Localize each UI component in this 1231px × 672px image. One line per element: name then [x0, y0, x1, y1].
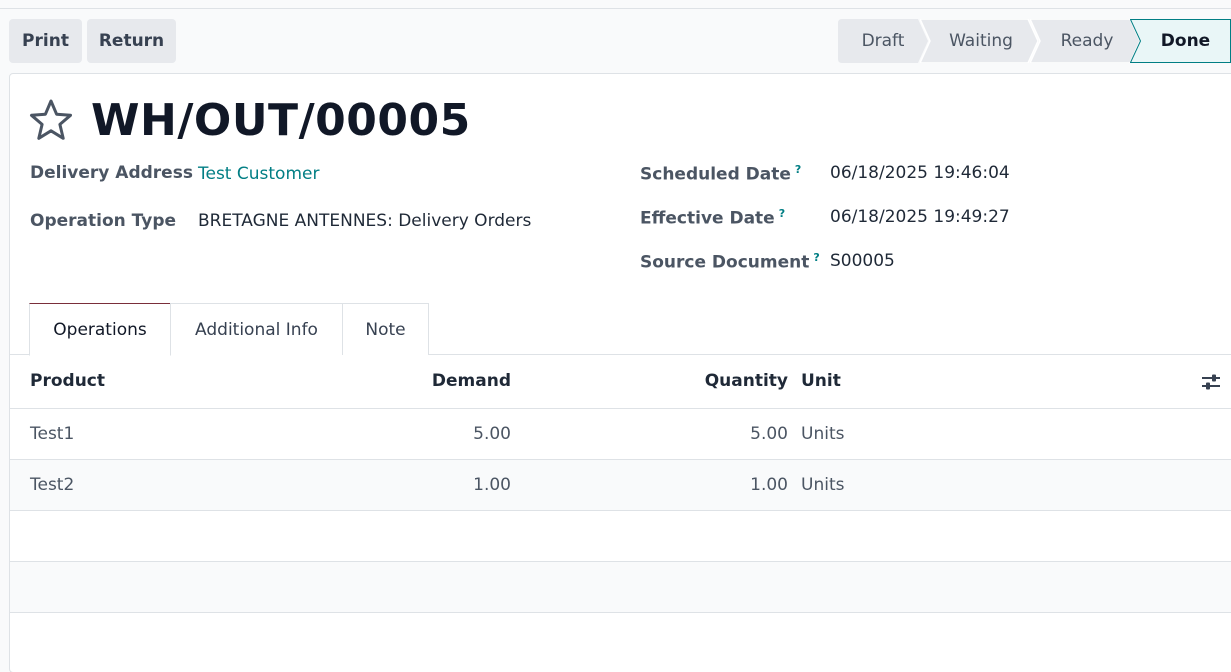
table-row-background: [10, 460, 1231, 510]
row-divider: [10, 612, 1231, 613]
print-button[interactable]: Print: [9, 19, 82, 63]
stage-draft-label: Draft: [861, 31, 905, 51]
stage-waiting[interactable]: Waiting: [920, 19, 1038, 63]
stage-waiting-label: Waiting: [949, 31, 1013, 51]
cell-unit: Units: [801, 475, 845, 495]
tab-note[interactable]: Note: [342, 303, 429, 355]
column-header-unit[interactable]: Unit: [801, 371, 841, 391]
empty-row: [10, 562, 1231, 612]
column-header-demand[interactable]: Demand: [380, 371, 511, 391]
effective-date-label: Effective Date?: [640, 207, 786, 229]
operation-type-label: Operation Type: [30, 211, 177, 231]
column-header-quantity[interactable]: Quantity: [640, 371, 788, 391]
cell-quantity: 5.00: [750, 424, 788, 444]
cell-product: Test2: [30, 475, 75, 495]
source-document-label: Source Document?: [640, 251, 820, 273]
top-divider: [0, 8, 1231, 9]
help-tooltip-icon[interactable]: ?: [813, 251, 819, 264]
stage-done[interactable]: Done: [1130, 19, 1231, 63]
cell-quantity: 1.00: [750, 475, 788, 495]
column-header-product[interactable]: Product: [30, 371, 105, 391]
cell-product: Test1: [30, 424, 75, 444]
delivery-address-link[interactable]: Test Customer: [198, 164, 319, 184]
star-outline-icon[interactable]: [29, 99, 73, 145]
stage-ready[interactable]: Ready: [1030, 19, 1140, 63]
stage-draft[interactable]: Draft: [838, 19, 928, 63]
tab-operations[interactable]: Operations: [29, 303, 171, 356]
cell-demand: 1.00: [473, 475, 511, 495]
tab-additional-info[interactable]: Additional Info: [170, 303, 343, 355]
status-bar: Draft Waiting Ready Done: [838, 19, 1231, 63]
scheduled-date-label: Scheduled Date?: [640, 163, 802, 185]
cell-unit: Units: [801, 424, 845, 444]
help-tooltip-icon[interactable]: ?: [795, 163, 801, 176]
return-button[interactable]: Return: [87, 19, 176, 63]
row-divider: [10, 510, 1231, 511]
delivery-address-label: Delivery Address: [30, 163, 193, 183]
effective-date-value: 06/18/2025 19:49:27: [830, 207, 1010, 227]
row-divider: [10, 408, 1231, 409]
stage-ready-label: Ready: [1060, 31, 1114, 51]
sliders-icon[interactable]: [1201, 373, 1221, 395]
stage-done-label: Done: [1160, 31, 1211, 51]
scheduled-date-value: 06/18/2025 19:46:04: [830, 163, 1010, 183]
help-tooltip-icon[interactable]: ?: [779, 207, 785, 220]
source-document-value: S00005: [830, 251, 895, 271]
cell-demand: 5.00: [473, 424, 511, 444]
record-title: WH/OUT/00005: [91, 95, 471, 146]
operation-type-value[interactable]: BRETAGNE ANTENNES: Delivery Orders: [198, 211, 531, 231]
